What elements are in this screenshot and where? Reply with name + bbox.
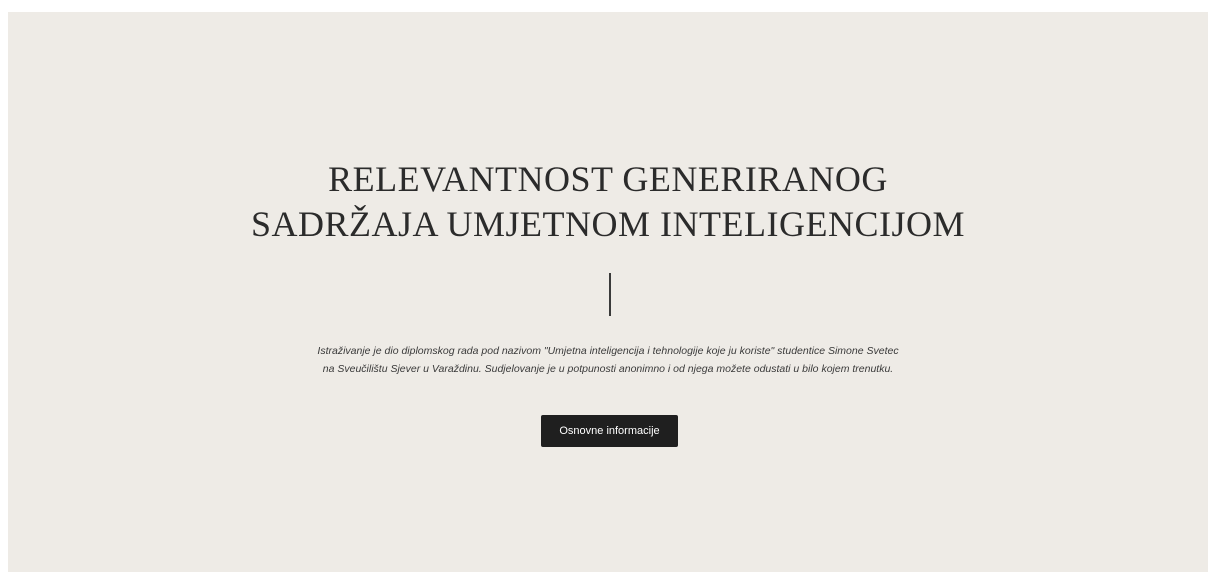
basic-info-button[interactable]: Osnovne informacije	[541, 415, 678, 447]
hero-section: RELEVANTNOST GENERIRANOG SADRŽAJA UMJETN…	[8, 12, 1208, 572]
description-line-1: Istraživanje je dio diplomskog rada pod …	[317, 345, 899, 357]
title-line-2: SADRŽAJA UMJETNOM INTELIGENCIJOM	[251, 204, 965, 244]
title-line-1: RELEVANTNOST GENERIRANOG	[328, 159, 888, 199]
description-line-2: na Sveučilištu Sjever u Varaždinu. Sudje…	[322, 363, 894, 375]
page-title: RELEVANTNOST GENERIRANOG SADRŽAJA UMJETN…	[8, 157, 1208, 247]
vertical-divider	[609, 273, 611, 316]
intro-description: Istraživanje je dio diplomskog rada pod …	[8, 342, 1208, 378]
